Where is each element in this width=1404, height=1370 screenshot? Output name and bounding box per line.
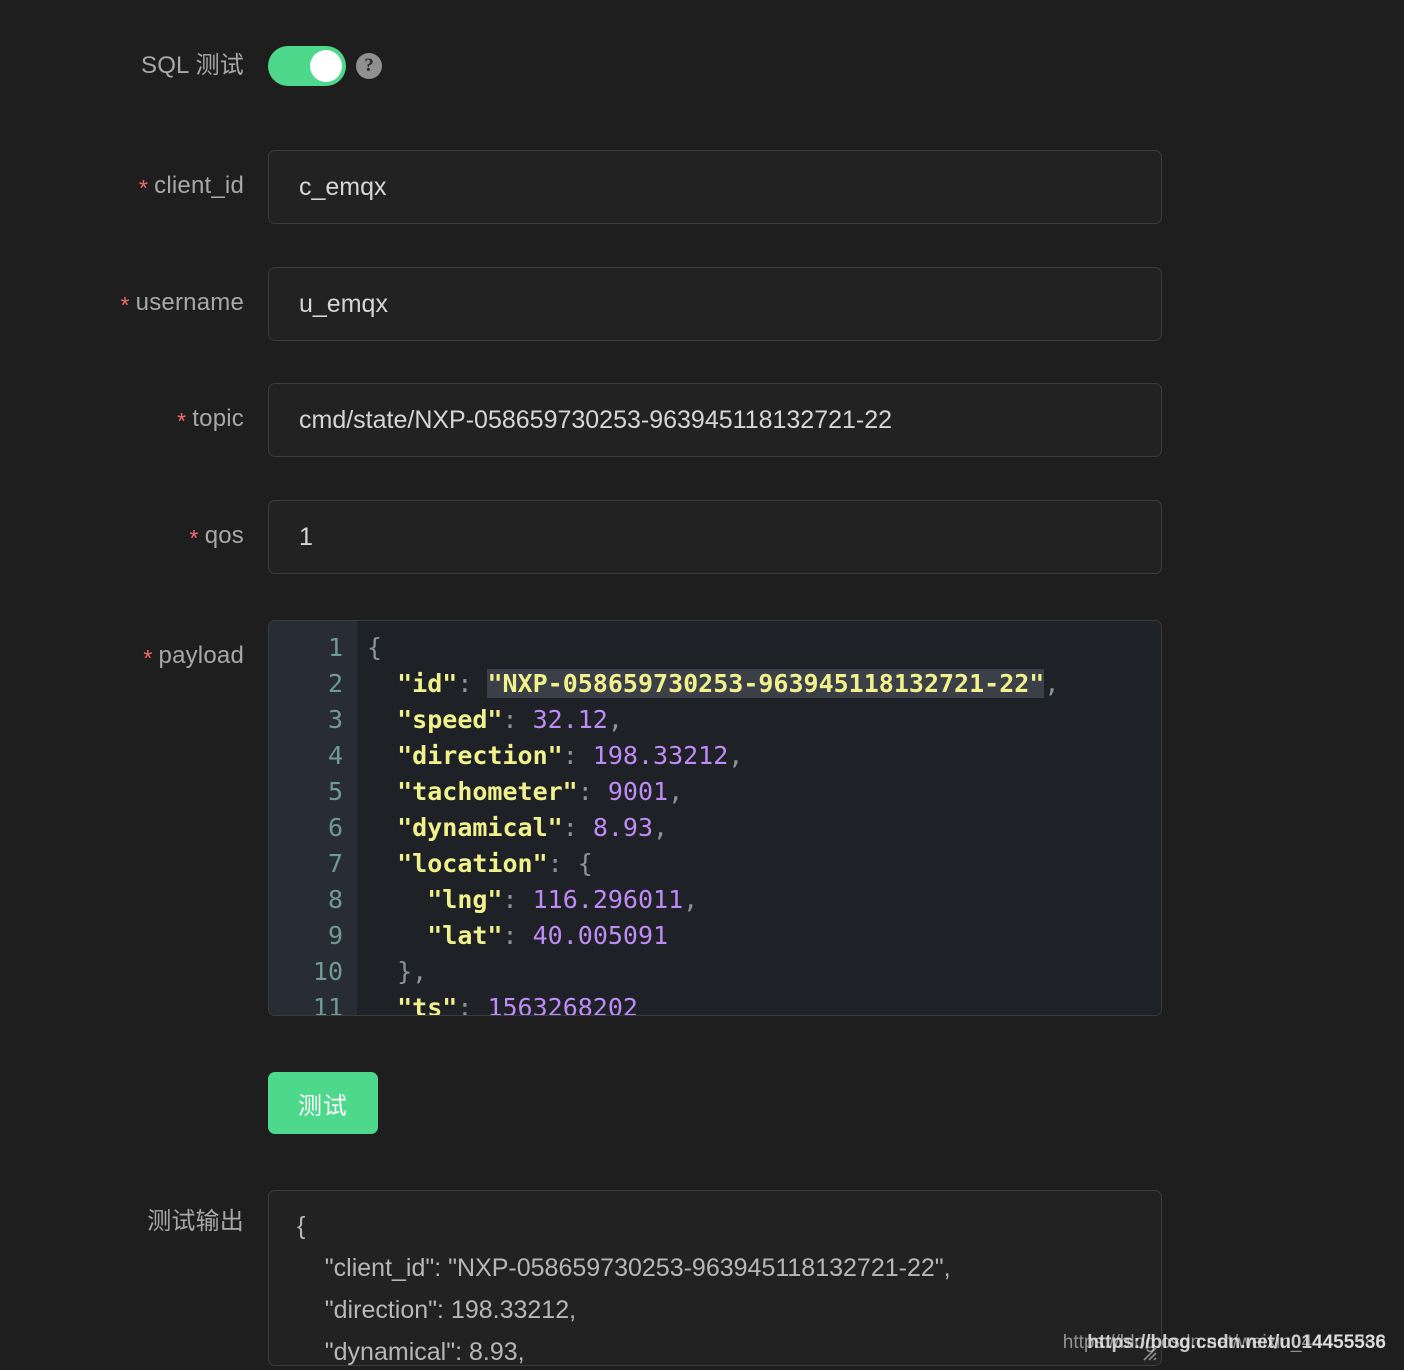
line-number: 9 (327, 921, 343, 950)
qos-input[interactable]: 1 (268, 500, 1162, 574)
resize-handle-icon[interactable] (1138, 1342, 1158, 1362)
required-asterisk: * (120, 292, 130, 318)
toggle-knob (310, 50, 342, 82)
payload-label: * payload (143, 642, 244, 671)
payload-code-editor[interactable]: 1 2 3 4 5 6 7 8 9 10 11 { "id": "NXP-058659730253-… (268, 620, 1162, 1016)
line-number: 3 (327, 705, 343, 734)
client-id-label: * client_id (138, 172, 244, 201)
sql-test-label: SQL 测试 (140, 51, 244, 79)
field-row-payload: * payload 1 2 3 4 5 6 7 8 9 10 11 { "id": "NXP-0586… (0, 620, 1162, 1016)
line-number: 2 (327, 669, 343, 698)
editor-code-content[interactable]: { "id": "NXP-058659730253-96394511813272… (357, 621, 1161, 1015)
output-row: 测试输出 { "client_id": "NXP-058659730253-96… (0, 1190, 1162, 1366)
required-asterisk: * (177, 408, 187, 434)
qos-label: * qos (189, 522, 244, 551)
line-number: 5 (327, 777, 343, 806)
topic-label: * topic (177, 405, 244, 434)
sql-test-panel: SQL 测试 ? * client_id c_emqx * username u_e… (0, 0, 1404, 1370)
field-row-client-id: * client_id c_emqx (0, 150, 1162, 224)
field-row-username: * username u_emqx (0, 267, 1162, 341)
line-number: 7 (327, 849, 343, 878)
editor-line-numbers: 1 2 3 4 5 6 7 8 9 10 11 (269, 621, 357, 1015)
line-number: 8 (327, 885, 343, 914)
field-row-qos: * qos 1 (0, 500, 1162, 574)
test-button-row: 测试 (0, 1072, 378, 1134)
required-asterisk: * (189, 525, 199, 551)
sql-test-row: SQL 测试 ? (0, 46, 382, 86)
line-number: 4 (327, 741, 343, 770)
required-asterisk: * (143, 645, 153, 671)
sql-test-toggle[interactable] (268, 46, 346, 86)
output-label: 测试输出 (147, 1208, 244, 1235)
line-number: 6 (327, 813, 343, 842)
topic-input[interactable]: cmd/state/NXP-058659730253-9639451181327… (268, 383, 1162, 457)
field-row-topic: * topic cmd/state/NXP-058659730253-963945… (0, 383, 1162, 457)
test-button[interactable]: 测试 (268, 1072, 378, 1134)
line-number: 1 (327, 633, 343, 662)
username-input[interactable]: u_emqx (268, 267, 1162, 341)
test-output-textarea[interactable]: { "client_id": "NXP-058659730253-9639451… (268, 1190, 1162, 1366)
help-icon[interactable]: ? (356, 53, 382, 79)
username-label: * username (120, 289, 244, 318)
client-id-input[interactable]: c_emqx (268, 150, 1162, 224)
line-number: 10 (312, 957, 343, 986)
line-number: 11 (312, 993, 343, 1016)
required-asterisk: * (138, 175, 149, 201)
